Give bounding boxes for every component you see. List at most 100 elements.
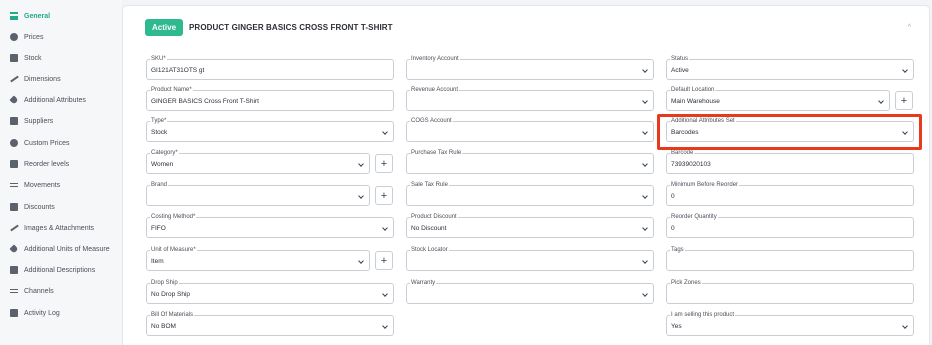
reorder-quantity-field[interactable]: Reorder Quantity 0	[666, 213, 914, 238]
sidebar-item-label: Prices	[24, 33, 44, 41]
field-value: Women	[151, 161, 174, 168]
chevron-down-icon	[642, 67, 648, 73]
sidebar: General Prices Stock Dimensions Addition…	[0, 0, 122, 345]
tags-field[interactable]: Tags	[666, 246, 914, 271]
minimum-before-reorder-field[interactable]: Minimum Before Reorder 0	[666, 181, 914, 206]
add-category-button[interactable]: +	[375, 154, 393, 173]
chevron-down-icon	[382, 225, 388, 231]
sidebar-item-general[interactable]: General	[10, 9, 50, 23]
arrows-icon	[10, 181, 18, 189]
pick-zones-field[interactable]: Pick Zones	[666, 279, 914, 304]
sidebar-item-label: Additional Attributes	[24, 96, 86, 104]
sidebar-item-label: Discounts	[24, 203, 55, 211]
product-discount-select[interactable]: Product Discount No Discount	[406, 213, 654, 238]
chevron-down-icon	[358, 258, 364, 264]
sidebar-item-movements[interactable]: Movements	[10, 178, 60, 192]
field-label: Product Name*	[150, 86, 193, 94]
status-select[interactable]: Status Active	[666, 55, 914, 80]
add-brand-button[interactable]: +	[375, 186, 393, 205]
chevron-down-icon	[382, 323, 388, 329]
sidebar-item-images-attachments[interactable]: Images & Attachments	[10, 221, 94, 235]
chevron-down-icon	[358, 161, 364, 167]
sidebar-item-prices[interactable]: Prices	[10, 30, 43, 44]
unit-of-measure-select[interactable]: Unit of Measure* Item	[146, 246, 370, 271]
default-location-select[interactable]: Default Location Main Warehouse	[666, 86, 890, 111]
drop-ship-select[interactable]: Drop Ship No Drop Ship	[146, 279, 394, 304]
costing-method-select[interactable]: Costing Method* FIFO	[146, 213, 394, 238]
field-label: Pick Zones	[670, 279, 702, 287]
sidebar-item-custom-prices[interactable]: Custom Prices	[10, 136, 70, 150]
field-label: Tags	[670, 246, 685, 254]
field-label: Unit of Measure*	[150, 246, 197, 254]
field-value: No Discount	[411, 225, 447, 232]
warehouse-icon	[10, 54, 18, 62]
barcode-field[interactable]: Barcode 73939020103	[666, 149, 914, 174]
sidebar-item-additional-descriptions[interactable]: Additional Descriptions	[10, 263, 95, 277]
cogs-account-select[interactable]: COGS Account	[406, 117, 654, 142]
sidebar-item-label: Custom Prices	[24, 139, 70, 147]
field-label: Product Discount	[410, 213, 458, 221]
flag-icon	[10, 309, 18, 317]
collapse-icon[interactable]: ^	[908, 24, 911, 31]
purchase-tax-rule-select[interactable]: Purchase Tax Rule	[406, 149, 654, 174]
sidebar-item-label: Stock	[24, 54, 42, 62]
category-select[interactable]: Category* Women	[146, 149, 370, 174]
chevron-down-icon	[902, 67, 908, 73]
field-label: Status	[670, 55, 690, 63]
product-name-field[interactable]: Product Name* GINGER BASICS Cross Front …	[146, 86, 394, 111]
list-icon	[10, 12, 18, 20]
field-value: Main Warehouse	[671, 98, 720, 105]
add-location-button[interactable]: +	[895, 91, 913, 110]
chevron-down-icon	[382, 129, 388, 135]
field-label: Default Location	[670, 86, 716, 94]
sidebar-item-label: Suppliers	[24, 117, 54, 125]
sidebar-item-suppliers[interactable]: Suppliers	[10, 114, 53, 128]
selling-product-select[interactable]: I am selling this product Yes	[666, 311, 914, 336]
sidebar-item-label: General	[24, 12, 51, 20]
field-label: Barcode	[670, 149, 695, 157]
chevron-down-icon	[902, 323, 908, 329]
sidebar-item-label: Reorder levels	[24, 160, 70, 168]
sidebar-item-stock[interactable]: Stock	[10, 51, 42, 65]
sidebar-item-additional-attributes[interactable]: Additional Attributes	[9, 93, 86, 107]
sidebar-item-label: Activity Log	[24, 309, 60, 317]
sidebar-item-label: Movements	[24, 181, 61, 189]
field-label: I am selling this product	[670, 311, 736, 319]
field-label: Additional Attributes Set	[670, 117, 736, 125]
lock-icon	[10, 203, 18, 211]
field-value: 0	[671, 225, 675, 232]
add-unit-button[interactable]: +	[375, 251, 393, 270]
additional-attributes-set-select[interactable]: Additional Attributes Set Barcodes	[666, 117, 914, 142]
warranty-select[interactable]: Warranty	[406, 279, 654, 304]
page-title: PRODUCT GINGER BASICS CROSS FRONT T-SHIR…	[189, 23, 393, 32]
chevron-down-icon	[878, 98, 884, 104]
field-label: COGS Account	[410, 117, 453, 125]
coin-icon	[10, 33, 18, 41]
tag-icon	[9, 95, 19, 105]
sidebar-item-additional-units[interactable]: Additional Units of Measure	[9, 242, 110, 256]
sidebar-item-discounts[interactable]: Discounts	[10, 200, 55, 214]
sidebar-item-reorder-levels[interactable]: Reorder levels	[10, 157, 69, 171]
bill-of-materials-select[interactable]: Bill Of Materials No BOM	[146, 311, 394, 336]
sku-field[interactable]: SKU* GI121AT31OTS gt	[146, 55, 394, 80]
branch-icon	[10, 287, 18, 295]
field-value: FIFO	[151, 225, 166, 232]
revenue-account-select[interactable]: Revenue Account	[406, 86, 654, 111]
field-label: Warranty	[410, 279, 437, 287]
brand-select[interactable]: Brand	[146, 181, 370, 206]
tools-icon	[9, 244, 19, 254]
field-label: Type*	[150, 117, 168, 125]
stock-locator-select[interactable]: Stock Locator	[406, 246, 654, 271]
sidebar-item-activity-log[interactable]: Activity Log	[10, 306, 60, 320]
chevron-down-icon	[642, 258, 648, 264]
type-select[interactable]: Type* Stock	[146, 117, 394, 142]
sale-tax-rule-select[interactable]: Sale Tax Rule	[406, 181, 654, 206]
field-value: No Drop Ship	[151, 291, 191, 298]
field-label: SKU*	[150, 55, 167, 63]
sidebar-item-dimensions[interactable]: Dimensions	[10, 72, 61, 86]
chevron-down-icon	[642, 129, 648, 135]
field-value: 0	[671, 193, 675, 200]
field-value: Yes	[671, 323, 682, 330]
inventory-account-select[interactable]: Inventory Account	[406, 55, 654, 80]
sidebar-item-channels[interactable]: Channels	[10, 284, 54, 298]
